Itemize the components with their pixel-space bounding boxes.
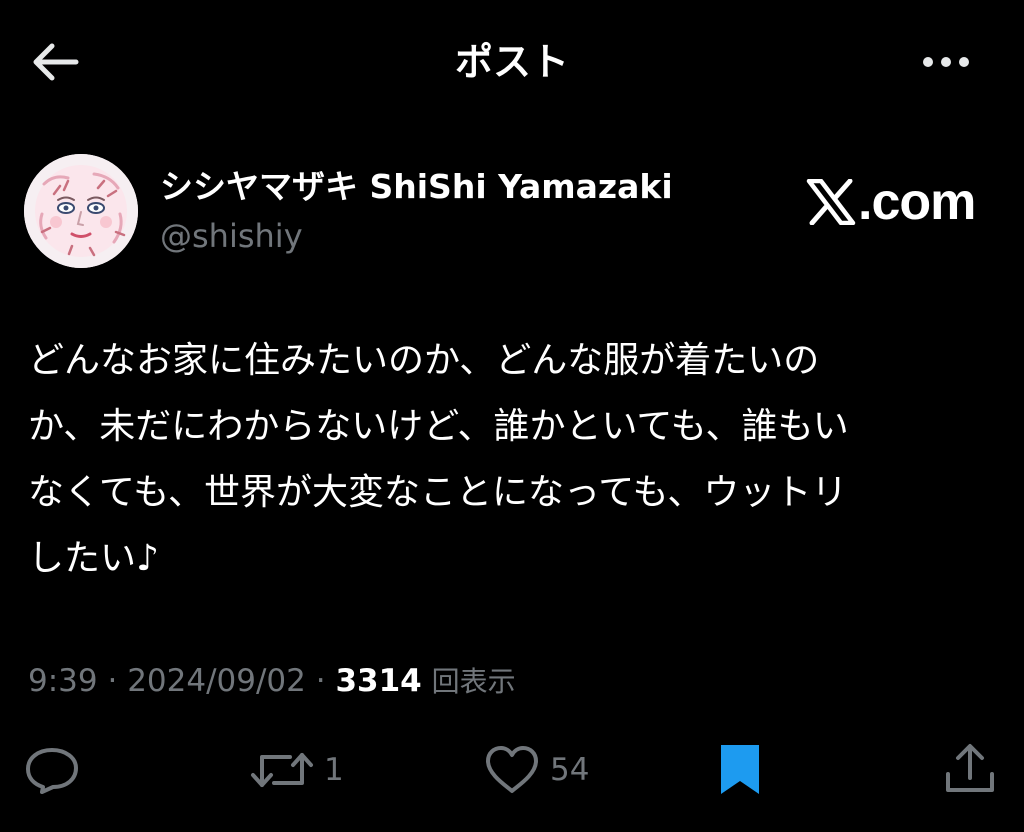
like-button[interactable]: 54 xyxy=(484,745,589,795)
views-label: 回表示 xyxy=(431,665,516,698)
bookmark-button[interactable] xyxy=(716,743,764,797)
share-button[interactable] xyxy=(944,742,996,796)
more-options-button[interactable] xyxy=(914,46,978,78)
meta-separator: · xyxy=(97,663,128,699)
post-date[interactable]: 2024/09/02 xyxy=(127,663,306,699)
avatar-illustration xyxy=(24,154,138,268)
reply-button[interactable] xyxy=(24,745,90,795)
repost-button[interactable]: 1 xyxy=(250,745,344,795)
page-title: ポスト xyxy=(454,40,569,84)
meta-separator: · xyxy=(305,663,336,699)
like-count: 54 xyxy=(550,752,590,788)
views-count[interactable]: 3314 xyxy=(335,663,421,699)
post-text-line: どんなお家に住みたいのか、どんな服が着たいの xyxy=(28,340,820,381)
bookmark-icon xyxy=(721,745,759,794)
x-com-watermark: .com xyxy=(806,172,976,232)
post-time[interactable]: 9:39 xyxy=(28,663,98,699)
author-handle[interactable]: @shishiy xyxy=(160,214,303,258)
x-logo-icon xyxy=(806,179,856,225)
repost-icon xyxy=(251,753,313,787)
post-text-line: か、未だにわからないけど、誰かといても、誰もい xyxy=(28,406,849,447)
avatar[interactable] xyxy=(24,154,138,268)
post-metadata: 9:39 · 2024/09/02 · 3314 回表示 xyxy=(28,658,516,705)
post-text-line: したい♪ xyxy=(28,538,159,579)
post-text: どんなお家に住みたいのか、どんな服が着たいの か、未だにわからないけど、誰かとい… xyxy=(28,328,988,592)
reply-icon xyxy=(26,748,78,794)
repost-count: 1 xyxy=(324,752,344,788)
post-text-line: なくても、世界が大変なことになっても、ウットリ xyxy=(28,472,848,513)
top-bar: ポスト xyxy=(0,0,1024,124)
share-icon xyxy=(946,744,994,792)
more-horizontal-icon xyxy=(923,57,969,67)
watermark-text: .com xyxy=(858,173,976,231)
heart-icon xyxy=(486,746,538,793)
author-display-name[interactable]: シシヤマザキ ShiShi Yamazaki xyxy=(160,164,673,210)
